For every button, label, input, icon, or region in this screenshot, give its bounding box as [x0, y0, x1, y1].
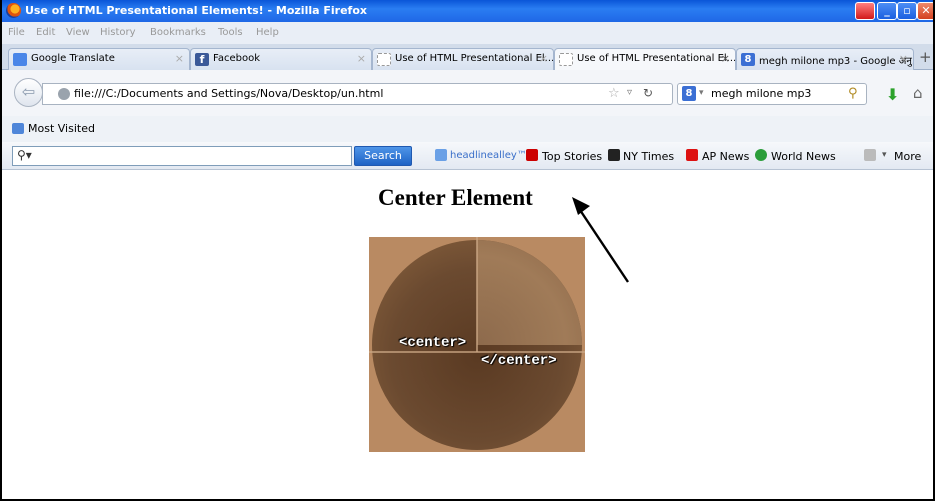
tab-label: Facebook — [213, 53, 260, 64]
navigation-bar: file:///C:/Documents and Settings/Nova/D… — [2, 70, 933, 116]
maximize-button[interactable]: ▫ — [897, 2, 917, 20]
menu-edit[interactable]: Edit — [36, 27, 55, 38]
tab-label: Use of HTML Presentational El... — [577, 53, 736, 64]
reload-icon[interactable]: ↻ — [643, 86, 653, 100]
close-button[interactable]: ✕ — [917, 2, 933, 20]
bookmark-most-visited[interactable]: Most Visited — [28, 122, 95, 135]
browser-window: Use of HTML Presentational Elements! - M… — [0, 0, 935, 501]
tab-strip: Google Translate × f Facebook × Use of H… — [2, 44, 933, 71]
download-icon[interactable]: ⬇ — [886, 85, 899, 104]
blank-page-icon — [559, 53, 573, 66]
headlinealley-icon — [435, 149, 447, 161]
tab-google-search[interactable]: 8 megh milone mp3 - Google अनु... × — [736, 48, 914, 70]
page-heading: Center Element — [378, 185, 533, 210]
new-tab-button[interactable]: + — [919, 48, 932, 66]
menu-bar: File Edit View History Bookmarks Tools H… — [2, 22, 933, 44]
bookmark-star-icon[interactable]: ☆ — [608, 86, 620, 101]
open-center-tag: <center> — [399, 335, 467, 351]
tools-dropdown-icon[interactable]: ▾ — [882, 150, 887, 160]
firefox-logo-icon — [6, 3, 21, 18]
title-bar: Use of HTML Presentational Elements! - M… — [2, 0, 933, 22]
tab-html-presentational-1[interactable]: Use of HTML Presentational El... × — [372, 48, 554, 70]
url-bar[interactable]: file:///C:/Documents and Settings/Nova/D… — [42, 83, 673, 105]
tab-facebook[interactable]: f Facebook × — [190, 48, 372, 70]
annotation-arrow-icon — [572, 197, 629, 283]
back-button[interactable]: ⇦ — [14, 78, 43, 107]
tab-close-icon[interactable]: × — [721, 52, 730, 65]
url-history-dropdown-icon[interactable]: ▿ — [627, 87, 632, 98]
google-icon: 8 — [741, 53, 755, 66]
cnn-icon — [526, 149, 538, 161]
nytimes-icon — [608, 149, 620, 161]
minimize-button[interactable]: _ — [877, 2, 897, 20]
menu-tools[interactable]: Tools — [218, 27, 243, 38]
tab-close-icon[interactable]: × — [357, 52, 366, 65]
addon-shield-icon[interactable] — [855, 2, 875, 20]
tab-close-icon[interactable]: × — [899, 52, 908, 65]
tab-label: Use of HTML Presentational El... — [395, 53, 554, 64]
toolbar-search-button[interactable]: Search — [354, 146, 412, 166]
bookmark-folder-icon — [12, 123, 24, 134]
facebook-icon: f — [195, 53, 209, 66]
search-icon: ⚲▾ — [17, 148, 32, 162]
tab-label: Google Translate — [31, 53, 115, 64]
tools-icon[interactable] — [864, 149, 876, 161]
toolbar-link-ny-times[interactable]: NY Times — [623, 150, 674, 163]
url-text: file:///C:/Documents and Settings/Nova/D… — [74, 87, 384, 100]
toolbar-more[interactable]: More — [894, 150, 921, 163]
menu-help[interactable]: Help — [256, 27, 279, 38]
menu-history[interactable]: History — [100, 27, 136, 38]
menu-bookmarks[interactable]: Bookmarks — [150, 27, 206, 38]
site-identity-icon[interactable] — [58, 88, 70, 100]
toolbar-link-headlinealley[interactable]: headlinealley™ — [450, 150, 527, 161]
close-center-tag: </center> — [481, 353, 557, 369]
google-translate-icon — [13, 53, 27, 66]
search-toolbar: ⚲▾ Search headlinealley™ Top Stories NY … — [2, 142, 933, 170]
toolbar-search-input[interactable]: ⚲▾ — [12, 146, 352, 166]
search-icon[interactable]: ⚲ — [848, 86, 858, 101]
home-icon[interactable]: ⌂ — [913, 84, 923, 102]
toolbar-link-top-stories[interactable]: Top Stories — [542, 150, 602, 163]
google-icon[interactable]: 8 — [682, 86, 696, 101]
tab-label: megh milone mp3 - Google अनु... — [759, 56, 914, 67]
tab-close-icon[interactable]: × — [175, 52, 184, 65]
tab-close-icon[interactable]: × — [539, 52, 548, 65]
tab-html-presentational-2[interactable]: Use of HTML Presentational El... × — [554, 48, 736, 71]
field-line — [476, 237, 478, 352]
search-query: megh milone mp3 — [711, 87, 812, 100]
ap-icon — [686, 149, 698, 161]
search-engine-dropdown-icon[interactable]: ▾ — [699, 88, 704, 98]
bookmarks-bar: Most Visited — [2, 116, 933, 142]
toolbar-link-world-news[interactable]: World News — [771, 150, 836, 163]
blank-page-icon — [377, 53, 391, 66]
field-quadrant — [477, 240, 582, 345]
menu-view[interactable]: View — [66, 27, 90, 38]
menu-file[interactable]: File — [8, 27, 25, 38]
window-title: Use of HTML Presentational Elements! - M… — [25, 4, 367, 17]
search-box[interactable]: 8 ▾ megh milone mp3 ⚲ — [677, 83, 867, 105]
globe-icon — [755, 149, 767, 161]
tab-google-translate[interactable]: Google Translate × — [8, 48, 190, 70]
toolbar-link-ap-news[interactable]: AP News — [702, 150, 749, 163]
